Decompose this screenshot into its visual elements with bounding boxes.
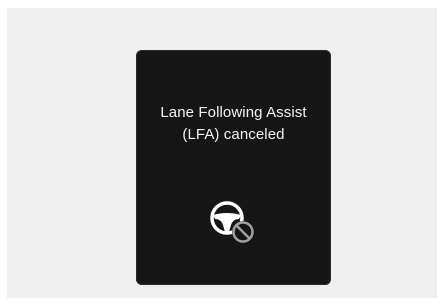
prohibit-icon (232, 221, 254, 243)
message-line-1: Lane Following Assist (160, 104, 307, 121)
lfa-canceled-message: Lane Following Assist (LFA) canceled (136, 102, 331, 146)
cluster-display-panel: Lane Following Assist (LFA) canceled (136, 50, 331, 285)
message-line-2: (LFA) canceled (182, 126, 285, 143)
screen-background: Lane Following Assist (LFA) canceled (7, 8, 437, 298)
steering-wheel-disabled-icon (195, 192, 273, 248)
